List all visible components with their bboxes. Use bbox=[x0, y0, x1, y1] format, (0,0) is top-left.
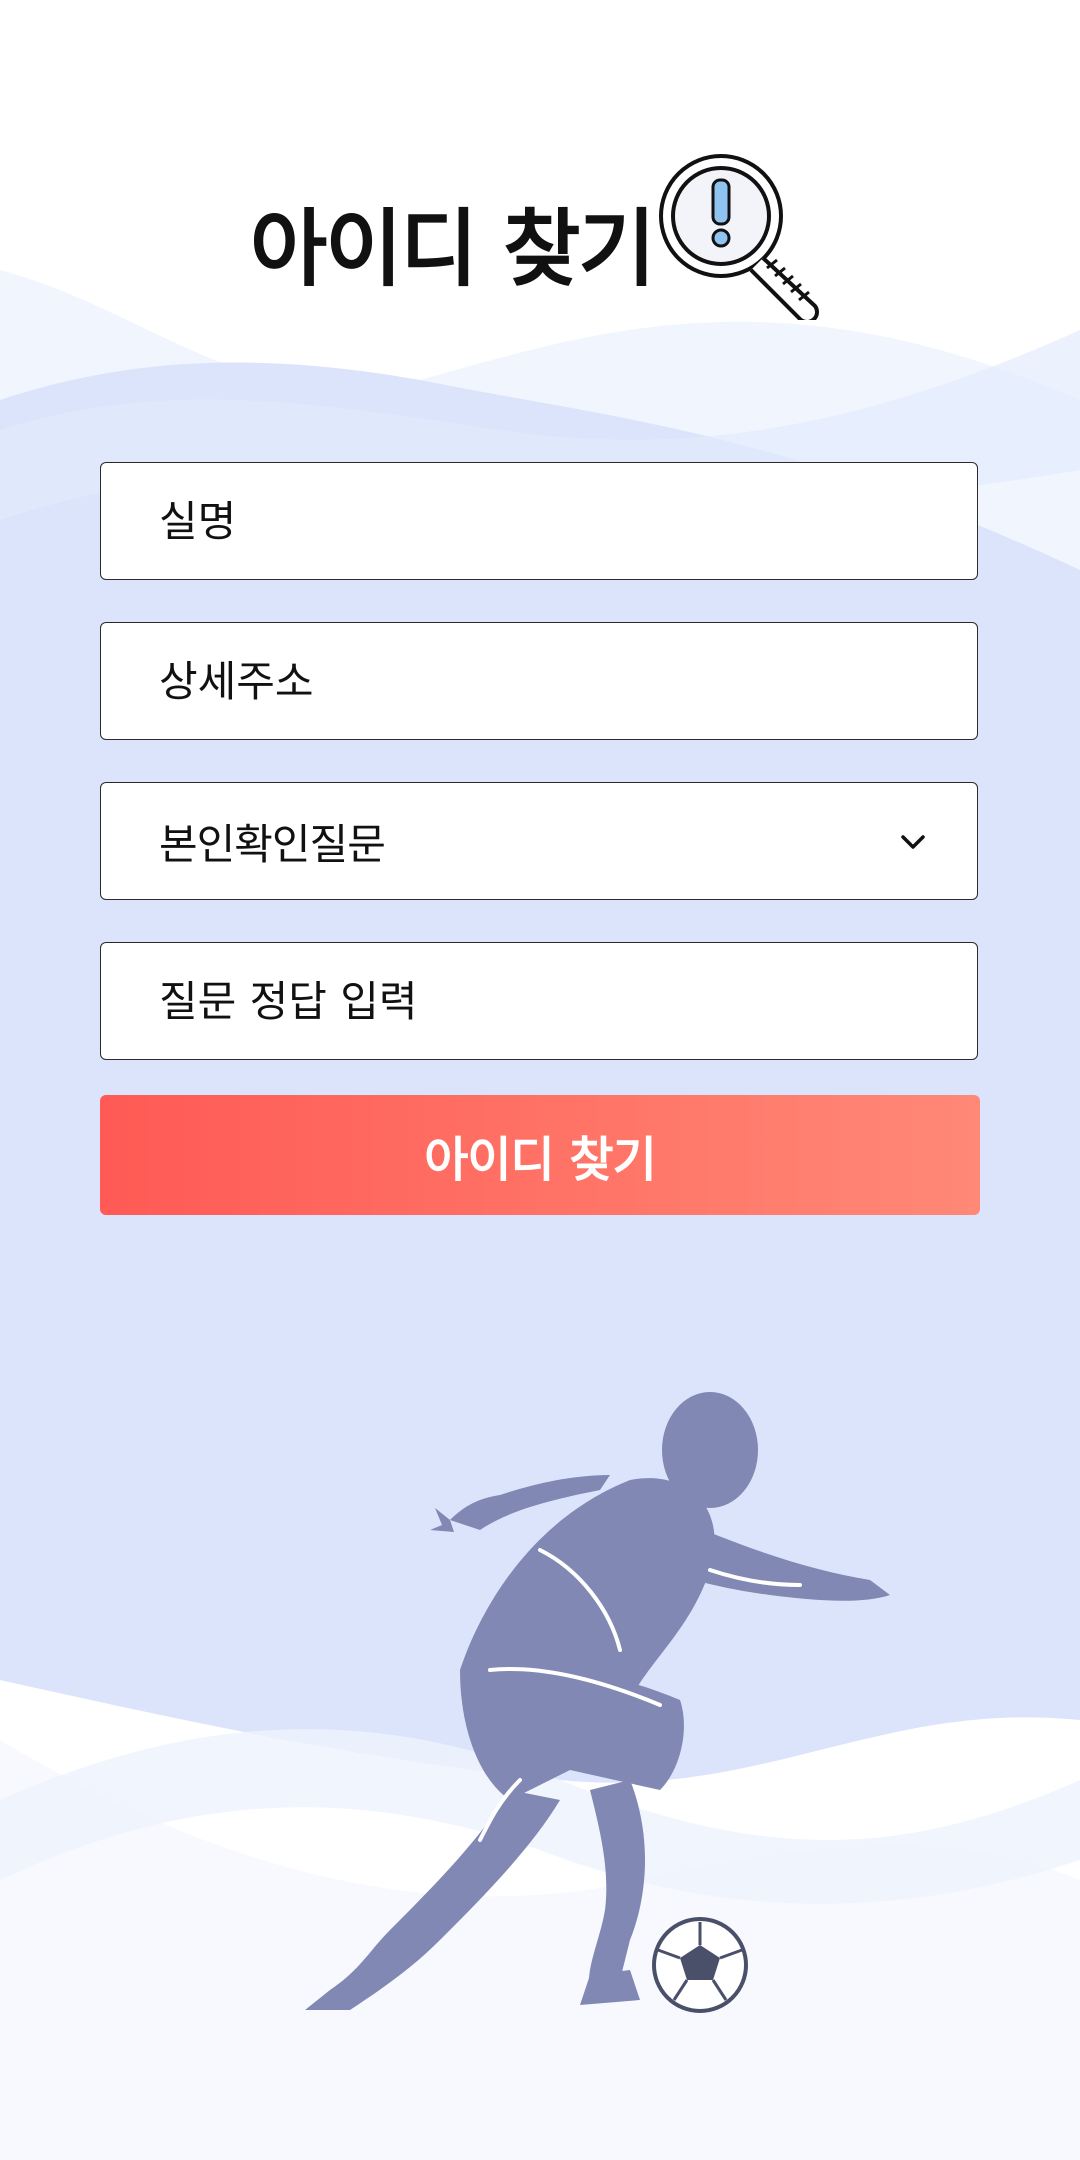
answer-input[interactable] bbox=[159, 943, 919, 1059]
answer-field[interactable] bbox=[100, 942, 978, 1060]
address-input[interactable] bbox=[159, 623, 919, 739]
chevron-down-icon[interactable] bbox=[899, 831, 927, 853]
security-question-select[interactable]: 본인확인질문 bbox=[100, 782, 978, 900]
find-id-button[interactable]: 아이디 찾기 bbox=[100, 1095, 980, 1215]
page-title: 아이디 찾기 bbox=[250, 200, 656, 298]
name-input[interactable] bbox=[159, 463, 919, 579]
name-field[interactable] bbox=[100, 462, 978, 580]
title-area: 아이디 찾기 bbox=[0, 150, 1080, 330]
soccer-player-illustration bbox=[305, 1392, 890, 2013]
soccer-ball-icon bbox=[652, 1917, 748, 2013]
security-question-selected: 본인확인질문 bbox=[159, 819, 386, 869]
address-field[interactable] bbox=[100, 622, 978, 740]
magnifier-exclamation-icon bbox=[659, 154, 819, 320]
